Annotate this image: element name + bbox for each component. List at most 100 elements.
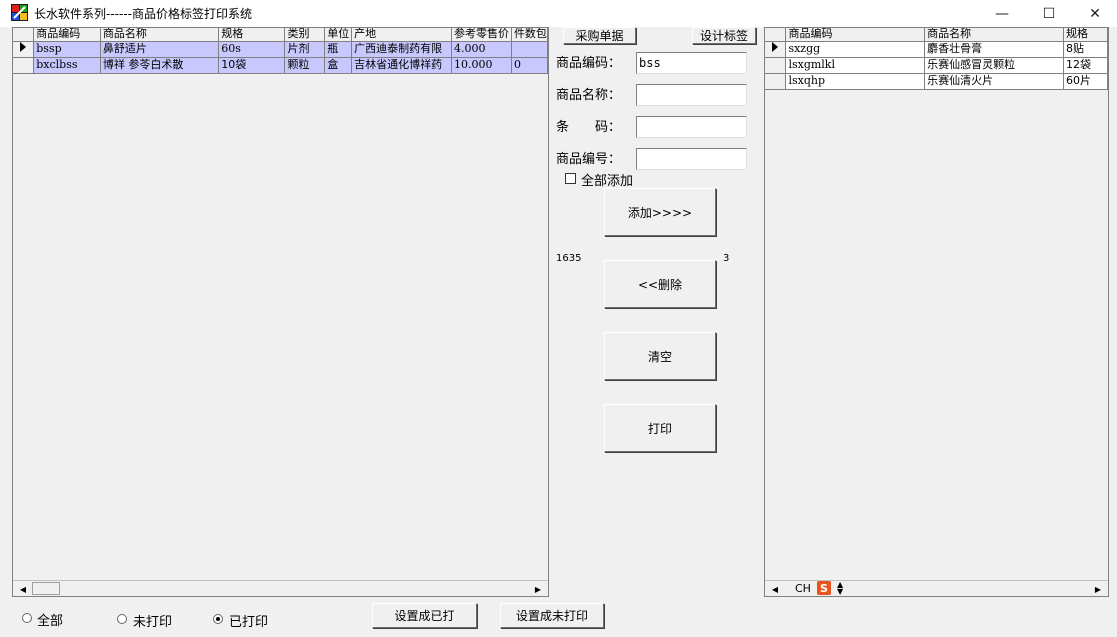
product-number-label: 商品编号： — [556, 152, 622, 167]
col-header[interactable]: 商品名称 — [100, 28, 220, 42]
ime-updown-icon: ▲ ▼ — [836, 580, 844, 596]
table-cell[interactable]: 12袋 — [1063, 57, 1108, 74]
window-title: 长水软件系列------商品价格标签打印系统 — [34, 7, 252, 21]
minimize-button[interactable]: — — [979, 0, 1025, 27]
table-cell[interactable]: 鼻舒适片 — [100, 41, 220, 58]
product-table-header: 商品编码 商品名称 规格 类别 单位 产地 参考零售价 件数包 — [13, 28, 548, 42]
minimize-icon: — — [995, 5, 1009, 22]
right-count: 3 — [723, 253, 730, 264]
close-button[interactable]: ✕ — [1072, 0, 1117, 27]
radio-printed-label: 已打印 — [229, 615, 269, 630]
header-indicator — [765, 28, 787, 42]
add-all-label: 全部添加 — [581, 174, 634, 189]
design-label-button[interactable]: 设计标签 — [692, 27, 756, 44]
table-cell[interactable]: 乐赛仙清火片 — [924, 73, 1065, 90]
radio-all[interactable] — [22, 613, 32, 623]
table-cell[interactable]: 10.000 — [451, 57, 512, 74]
clear-button-label: 清空 — [647, 349, 672, 364]
product-code-input[interactable] — [636, 52, 747, 74]
radio-all-label: 全部 — [37, 614, 64, 629]
set-unprinted-label: 设置成未打印 — [515, 609, 588, 623]
scroll-left-icon[interactable]: ◀ — [16, 582, 30, 596]
add-button[interactable]: 添加>>>> — [604, 188, 716, 236]
delete-button-label: <<删除 — [637, 277, 683, 292]
row-indicator — [765, 41, 787, 58]
table-row[interactable]: lsxqhp 乐赛仙清火片 60片 — [765, 73, 1108, 90]
col-header[interactable]: 商品编码 — [785, 28, 926, 42]
col-header[interactable]: 规格 — [218, 28, 286, 42]
table-cell[interactable]: 0 — [511, 57, 548, 74]
barcode-label: 条 码： — [556, 120, 622, 135]
barcode-input[interactable] — [636, 116, 747, 138]
table-cell[interactable]: 麝香壮骨膏 — [924, 41, 1065, 58]
table-cell[interactable]: 60片 — [1063, 73, 1108, 90]
col-header[interactable]: 商品名称 — [924, 28, 1065, 42]
product-code-label: 商品编码： — [556, 56, 622, 71]
radio-unprinted[interactable] — [117, 614, 127, 624]
scroll-left-icon[interactable]: ◀ — [768, 582, 782, 596]
row-indicator — [765, 73, 787, 90]
print-button[interactable]: 打印 — [604, 404, 716, 452]
design-label-text: 设计标签 — [699, 29, 748, 43]
col-header[interactable]: 单位 — [324, 28, 353, 42]
purchase-order-label: 采购单据 — [575, 29, 624, 43]
scroll-right-icon[interactable]: ▶ — [1091, 582, 1105, 596]
table-cell[interactable]: 乐赛仙感冒灵颗粒 — [924, 57, 1065, 74]
col-header[interactable]: 件数包 — [511, 28, 548, 42]
print-list-grid[interactable]: 商品编码 商品名称 规格 sxzgg 麝香壮骨膏 8贴 lsxgmlkl 乐赛仙… — [764, 27, 1109, 597]
product-number-input[interactable] — [636, 148, 747, 170]
delete-button[interactable]: <<删除 — [604, 260, 716, 308]
product-grid[interactable]: 商品编码 商品名称 规格 类别 单位 产地 参考零售价 件数包 bssp 鼻舒适… — [12, 27, 549, 597]
table-cell[interactable] — [511, 41, 548, 58]
table-row[interactable]: bssp 鼻舒适片 60s 片剂 瓶 广西迪泰制药有限 4.000 — [13, 41, 548, 58]
current-row-arrow-icon — [772, 42, 779, 52]
left-edge — [0, 27, 8, 637]
ime-indicator[interactable]: CH S ▲ ▼ — [795, 580, 843, 596]
table-cell[interactable]: 片剂 — [284, 41, 326, 58]
horizontal-scrollbar[interactable]: ◀ ▶ — [13, 580, 548, 596]
table-row[interactable]: sxzgg 麝香壮骨膏 8贴 — [765, 41, 1108, 58]
add-button-label: 添加>>>> — [627, 205, 693, 220]
table-cell[interactable]: lsxgmlkl — [785, 57, 926, 74]
maximize-button[interactable]: ☐ — [1026, 0, 1072, 27]
print-list-header: 商品编码 商品名称 规格 — [765, 28, 1108, 42]
scroll-right-icon[interactable]: ▶ — [531, 582, 545, 596]
table-cell[interactable]: lsxqhp — [785, 73, 926, 90]
current-row-arrow-icon — [20, 42, 27, 52]
set-printed-label: 设置成已打 — [394, 609, 455, 623]
table-cell[interactable]: 8贴 — [1063, 41, 1108, 58]
table-cell[interactable]: 颗粒 — [284, 57, 326, 74]
scroll-thumb[interactable] — [32, 582, 60, 595]
table-row[interactable]: bxclbss 博祥 参苓白术散 10袋 颗粒 盒 吉林省通化博祥药 10.00… — [13, 57, 548, 74]
purchase-order-button[interactable]: 采购单据 — [563, 27, 636, 44]
maximize-icon: ☐ — [1042, 5, 1056, 22]
add-all-checkbox[interactable] — [565, 173, 576, 184]
col-header[interactable]: 商品编码 — [33, 28, 101, 42]
col-header[interactable]: 参考零售价 — [451, 28, 512, 42]
table-cell[interactable]: 广西迪泰制药有限 — [351, 41, 452, 58]
row-indicator — [13, 41, 35, 58]
clear-button[interactable]: 清空 — [604, 332, 716, 380]
table-cell[interactable]: bssp — [33, 41, 101, 58]
col-header[interactable]: 规格 — [1063, 28, 1108, 42]
table-cell[interactable]: 60s — [218, 41, 286, 58]
table-row[interactable]: lsxgmlkl 乐赛仙感冒灵颗粒 12袋 — [765, 57, 1108, 74]
table-cell[interactable]: 盒 — [324, 57, 353, 74]
table-cell[interactable]: 10袋 — [218, 57, 286, 74]
table-cell[interactable]: 瓶 — [324, 41, 353, 58]
table-cell[interactable]: bxclbss — [33, 57, 101, 74]
row-indicator — [13, 57, 35, 74]
print-list-table: 商品编码 商品名称 规格 sxzgg 麝香壮骨膏 8贴 lsxgmlkl 乐赛仙… — [765, 28, 1108, 90]
table-cell[interactable]: 博祥 参苓白术散 — [100, 57, 220, 74]
col-header[interactable]: 类别 — [284, 28, 326, 42]
radio-printed[interactable] — [213, 614, 223, 624]
table-cell[interactable]: 吉林省通化博祥药 — [351, 57, 452, 74]
table-cell[interactable]: sxzgg — [785, 41, 926, 58]
table-cell[interactable]: 4.000 — [451, 41, 512, 58]
title-bar: 长水软件系列------商品价格标签打印系统 — ☐ ✕ — [0, 0, 1117, 27]
sogou-icon: S — [816, 581, 831, 595]
set-printed-button[interactable]: 设置成已打 — [372, 603, 477, 628]
col-header[interactable]: 产地 — [351, 28, 452, 42]
product-name-input[interactable] — [636, 84, 747, 106]
set-unprinted-button[interactable]: 设置成未打印 — [500, 603, 604, 628]
